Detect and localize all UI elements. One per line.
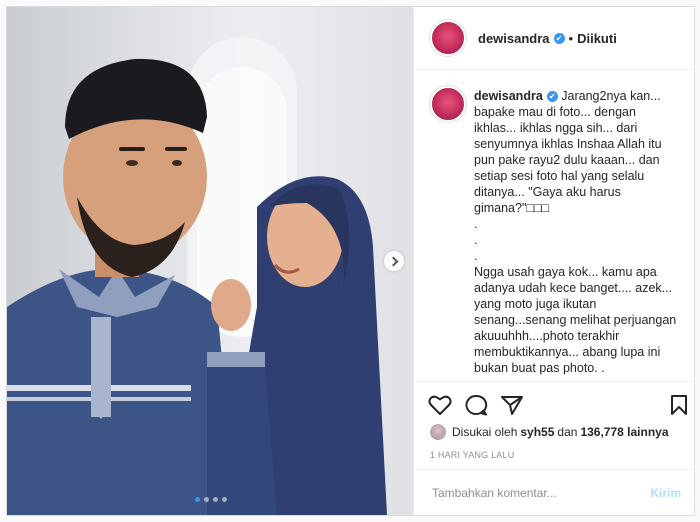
paper-plane-icon[interactable]: [500, 394, 524, 416]
post-comment-button[interactable]: Kirim: [650, 486, 681, 500]
like-count[interactable]: 136,778 lainnya: [580, 425, 668, 439]
carousel-dot: [204, 497, 209, 502]
likes-summary: Disukai oleh syh55 dan 136,778 lainnya: [430, 424, 672, 440]
caption-area[interactable]: dewisandra ✔ Jarang2nya kan... bapake mau…: [414, 70, 695, 381]
post-photo[interactable]: [7, 7, 413, 515]
bookmark-icon[interactable]: [669, 394, 689, 416]
next-photo-button[interactable]: [384, 251, 404, 271]
caption-username[interactable]: dewisandra: [474, 89, 543, 103]
follow-status-button[interactable]: Diikuti: [577, 31, 617, 46]
verified-badge-icon: ✔: [553, 32, 565, 44]
chevron-right-icon: [388, 256, 398, 266]
verified-badge-icon: ✔: [546, 91, 558, 103]
instagram-post-card: dewisandra ✔ • Diikuti dewisandra ✔ Jaran…: [6, 6, 695, 516]
carousel-indicator: [195, 497, 227, 502]
carousel-dot: [213, 497, 218, 502]
carousel-dot: [195, 497, 200, 502]
liked-by-user[interactable]: syh55: [520, 425, 554, 439]
comment-input[interactable]: [430, 485, 644, 501]
heart-icon[interactable]: [428, 394, 452, 416]
liker-avatar[interactable]: [430, 424, 446, 440]
comment-form: Kirim: [414, 469, 695, 516]
couple-photo-illustration: [7, 37, 387, 515]
comment-bubble-icon[interactable]: [464, 394, 488, 416]
avatar[interactable]: [430, 20, 466, 56]
post-side-panel: dewisandra ✔ • Diikuti dewisandra ✔ Jaran…: [413, 7, 695, 515]
liked-by-prefix: Disukai oleh: [452, 425, 518, 439]
liked-by-and: dan: [557, 425, 578, 439]
separator: •: [568, 30, 574, 46]
header-username[interactable]: dewisandra: [478, 31, 550, 46]
caption-avatar[interactable]: [430, 86, 466, 122]
caption-text: Jarang2nya kan... bapake mau di foto... …: [474, 89, 677, 381]
post-actions: Disukai oleh syh55 dan 136,778 lainnya 1…: [414, 381, 695, 482]
caption: dewisandra ✔ Jarang2nya kan... bapake mau…: [474, 88, 680, 381]
post-header: dewisandra ✔ • Diikuti: [414, 7, 695, 70]
post-timestamp[interactable]: 1 HARI YANG LALU: [430, 450, 514, 460]
carousel-dot: [222, 497, 227, 502]
